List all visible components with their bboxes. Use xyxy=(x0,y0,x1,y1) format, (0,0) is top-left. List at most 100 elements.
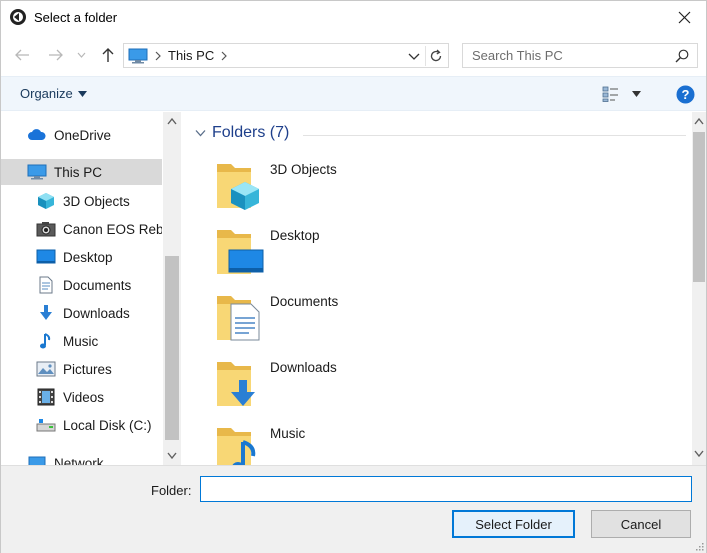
scroll-down-icon[interactable] xyxy=(167,452,177,459)
nav-item-label: Local Disk (C:) xyxy=(63,417,152,433)
svg-text:?: ? xyxy=(682,87,690,102)
folder-item-desktop[interactable]: Desktop xyxy=(213,224,513,286)
arrow-up-icon xyxy=(102,48,114,62)
chevron-right-icon[interactable] xyxy=(220,51,228,61)
folder-name: Desktop xyxy=(270,228,320,243)
nav-item-documents[interactable]: Documents xyxy=(1,272,162,298)
chevron-right-icon xyxy=(155,51,161,60)
folder-input[interactable] xyxy=(200,476,692,502)
group-label: Folders (7) xyxy=(212,124,290,141)
select-folder-button[interactable]: Select Folder xyxy=(452,510,575,538)
nav-item-label: Documents xyxy=(63,277,132,293)
folders-group-header[interactable]: Folders (7) xyxy=(195,124,289,142)
window-title: Select a folder xyxy=(34,10,118,25)
cancel-button[interactable]: Cancel xyxy=(591,510,691,538)
nav-item-label: Music xyxy=(63,333,99,349)
nav-item-label: Network xyxy=(54,455,104,466)
up-button[interactable] xyxy=(97,44,119,66)
caret-down-icon xyxy=(77,90,87,97)
document-icon xyxy=(39,276,53,294)
title-bar: Select a folder xyxy=(1,1,706,34)
recent-locations-button[interactable] xyxy=(74,44,88,66)
nav-item-music[interactable]: Music xyxy=(1,328,162,354)
dialog-footer: Folder: Select Folder Cancel xyxy=(1,465,706,553)
film-icon xyxy=(37,388,55,406)
organize-button[interactable]: Organize xyxy=(20,86,87,101)
scrollbar-thumb[interactable] xyxy=(693,132,705,282)
folder-name: Downloads xyxy=(270,360,337,375)
view-caret-down-icon[interactable] xyxy=(632,91,641,97)
download-icon xyxy=(40,305,52,320)
address-dropdown-icon[interactable] xyxy=(406,48,422,64)
organize-label: Organize xyxy=(20,86,73,101)
nav-item-network[interactable]: Network xyxy=(1,450,162,465)
nav-item-videos[interactable]: Videos xyxy=(1,384,162,410)
folder-documents-icon xyxy=(217,296,260,341)
picture-icon xyxy=(36,361,56,377)
nav-item-3d-objects[interactable]: 3D Objects xyxy=(1,188,162,214)
search-input[interactable] xyxy=(472,48,662,63)
desktop-icon xyxy=(36,249,56,264)
nav-item-label: Pictures xyxy=(63,361,112,377)
camera-icon xyxy=(36,222,56,237)
content-pane-scrollbar[interactable] xyxy=(692,112,706,465)
address-bar[interactable]: This PC xyxy=(123,43,449,68)
cloud-icon xyxy=(28,129,46,140)
help-icon[interactable]: ? xyxy=(676,85,695,104)
search-icon[interactable] xyxy=(675,49,689,63)
arrow-left-icon xyxy=(15,49,29,61)
divider xyxy=(425,46,426,66)
arrow-right-icon xyxy=(49,49,63,61)
nav-item-this-pc[interactable]: This PC xyxy=(1,159,162,185)
folder-field-label: Folder: xyxy=(151,483,192,498)
scrollbar-thumb[interactable] xyxy=(165,256,179,440)
group-divider xyxy=(303,135,686,136)
network-icon xyxy=(28,456,46,465)
cube-icon xyxy=(38,193,54,209)
nav-item-pictures[interactable]: Pictures xyxy=(1,356,162,382)
nav-item-label: Canon EOS Rebel xyxy=(63,221,162,237)
folder-downloads-icon xyxy=(217,362,255,406)
nav-item-desktop[interactable]: Desktop xyxy=(1,244,162,270)
scroll-up-icon[interactable] xyxy=(694,118,704,125)
back-button[interactable] xyxy=(11,44,33,66)
scroll-up-icon[interactable] xyxy=(167,118,177,125)
search-box[interactable] xyxy=(462,43,698,68)
folder-name: Documents xyxy=(270,294,339,309)
nav-item-label: 3D Objects xyxy=(63,193,130,209)
nav-item-label: OneDrive xyxy=(54,127,112,143)
folder-item-documents[interactable]: Documents xyxy=(213,290,513,352)
content-pane: Folders (7) 3D Objects Desktop Documents… xyxy=(183,112,692,465)
computer-icon xyxy=(128,48,148,63)
breadcrumb-this-pc[interactable]: This PC xyxy=(168,48,214,63)
folder-name: 3D Objects xyxy=(270,162,337,177)
nav-item-local-disk[interactable]: Local Disk (C:) xyxy=(1,412,162,438)
folder-item-3d-objects[interactable]: 3D Objects xyxy=(213,158,513,220)
folder-desktop-icon xyxy=(217,230,264,274)
navigation-bar: This PC xyxy=(1,38,706,72)
resize-grip-icon[interactable] xyxy=(694,541,704,551)
command-bar: Organize ? xyxy=(1,76,706,111)
folder-item-music[interactable]: Music xyxy=(213,422,513,465)
close-icon xyxy=(678,11,690,23)
computer-icon xyxy=(27,164,47,180)
nav-item-label: This PC xyxy=(54,164,103,180)
navigation-pane: OneDrive This PC 3D Objects Canon EOS Re… xyxy=(1,112,181,465)
nav-item-label: Desktop xyxy=(63,249,113,265)
music-note-icon xyxy=(40,333,51,349)
navigation-pane-scrollbar[interactable] xyxy=(163,112,181,465)
app-circle-icon xyxy=(10,9,26,25)
close-button[interactable] xyxy=(662,1,706,33)
nav-item-label: Videos xyxy=(63,389,105,405)
scroll-down-icon[interactable] xyxy=(694,450,704,457)
folder-3d-objects-icon xyxy=(217,164,259,210)
folder-item-downloads[interactable]: Downloads xyxy=(213,356,513,418)
folder-music-icon xyxy=(217,428,256,465)
view-options-icon[interactable] xyxy=(602,86,619,102)
forward-button[interactable] xyxy=(45,44,67,66)
nav-item-onedrive[interactable]: OneDrive xyxy=(1,122,162,148)
refresh-icon[interactable] xyxy=(427,47,445,65)
nav-item-downloads[interactable]: Downloads xyxy=(1,300,162,326)
chevron-down-icon xyxy=(77,52,85,58)
nav-item-canon-camera[interactable]: Canon EOS Rebel xyxy=(1,216,162,242)
